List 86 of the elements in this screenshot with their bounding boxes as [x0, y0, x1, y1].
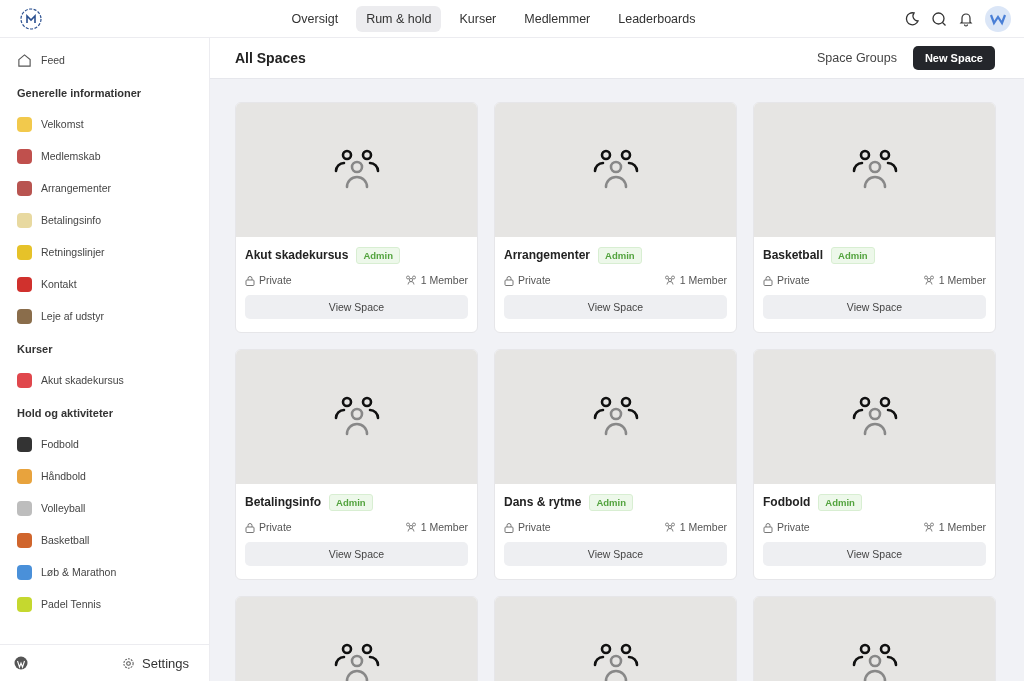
sidebar-item[interactable]: Kontakt: [17, 268, 209, 300]
people-icon: [332, 149, 381, 191]
people-icon: [850, 396, 899, 438]
admin-badge: Admin: [818, 493, 862, 511]
nav-tab[interactable]: Rum & hold: [356, 5, 442, 32]
settings-icon: [122, 656, 135, 670]
view-space-button[interactable]: View Space: [763, 542, 986, 566]
people-icon: [850, 149, 899, 191]
settings-button[interactable]: Settings: [116, 654, 195, 672]
member-count: 1 Member: [420, 521, 468, 533]
section-heading: Kurser: [17, 342, 54, 357]
lock-icon: [763, 521, 773, 533]
privacy-label: Private: [518, 521, 551, 533]
view-space-button[interactable]: View Space: [504, 295, 727, 319]
space-name: Arrangementer: [504, 248, 591, 262]
lock-icon: [763, 274, 773, 286]
sidebar-item[interactable]: Fodbold: [17, 428, 209, 460]
member-count: 1 Member: [420, 274, 468, 286]
sidebar-item[interactable]: Betalingsinfo: [17, 204, 209, 236]
privacy-label: Private: [777, 521, 810, 533]
nav-tab[interactable]: Medlemmer: [514, 5, 601, 32]
view-space-button[interactable]: View Space: [763, 295, 986, 319]
page-title: All Spaces: [235, 50, 306, 66]
search-icon[interactable]: [931, 10, 947, 27]
space-name: Basketball: [763, 248, 824, 262]
member-count: 1 Member: [679, 521, 727, 533]
sidebar-item[interactable]: Volleyball: [17, 492, 209, 524]
members-icon: [922, 522, 935, 532]
sidebar-item[interactable]: Basketball: [17, 524, 209, 556]
members-icon: [404, 275, 417, 285]
sidebar-item[interactable]: Padel Tennis: [17, 588, 209, 620]
space-name: Akut skadekursus: [245, 248, 349, 262]
sidebar-item[interactable]: Velkomst: [17, 108, 209, 140]
avatar-icon[interactable]: [985, 5, 1011, 32]
privacy-label: Private: [777, 274, 810, 286]
nav-tab[interactable]: Leaderboards: [608, 5, 706, 32]
people-icon: [850, 643, 899, 681]
people-icon: [332, 643, 381, 681]
privacy-label: Private: [259, 521, 292, 533]
people-icon: [332, 396, 381, 438]
bell-icon[interactable]: [958, 10, 974, 27]
sidebar-item[interactable]: Medlemskab: [17, 140, 209, 172]
view-space-button[interactable]: View Space: [245, 542, 468, 566]
nav-tab[interactable]: Oversigt: [281, 5, 349, 32]
member-count: 1 Member: [679, 274, 727, 286]
members-icon: [922, 275, 935, 285]
section-heading: Generelle informationer: [17, 86, 143, 101]
nav-tab[interactable]: Kurser: [449, 5, 507, 32]
admin-badge: Admin: [589, 493, 633, 511]
logo-icon[interactable]: [19, 6, 43, 31]
view-space-button[interactable]: View Space: [245, 295, 468, 319]
view-space-button[interactable]: View Space: [504, 542, 727, 566]
member-count: 1 Member: [938, 274, 986, 286]
sidebar-item[interactable]: Leje af udstyr: [17, 300, 209, 332]
lock-icon: [245, 274, 255, 286]
space-name: Fodbold: [763, 495, 811, 509]
members-icon: [663, 275, 676, 285]
sidebar-item[interactable]: Feed: [17, 44, 209, 76]
sidebar-item[interactable]: Akut skadekursus: [17, 364, 209, 396]
lock-icon: [504, 274, 514, 286]
people-icon: [591, 643, 640, 681]
space-name: Betalingsinfo: [245, 495, 321, 509]
admin-badge: Admin: [329, 493, 373, 511]
sidebar-item[interactable]: Løb & Marathon: [17, 556, 209, 588]
sidebar-item[interactable]: Retningslinjer: [17, 236, 209, 268]
lock-icon: [245, 521, 255, 533]
members-icon: [663, 522, 676, 532]
sidebar-item[interactable]: Arrangementer: [17, 172, 209, 204]
admin-badge: Admin: [831, 246, 875, 264]
new-space-button[interactable]: New Space: [912, 46, 995, 70]
privacy-label: Private: [259, 274, 292, 286]
members-icon: [404, 522, 417, 532]
moon-icon[interactable]: [904, 10, 920, 27]
privacy-label: Private: [518, 274, 551, 286]
people-icon: [591, 149, 640, 191]
admin-badge: Admin: [598, 246, 642, 264]
lock-icon: [504, 521, 514, 533]
member-count: 1 Member: [938, 521, 986, 533]
home-icon: [17, 52, 32, 68]
sidebar-item[interactable]: Håndbold: [17, 460, 209, 492]
people-icon: [591, 396, 640, 438]
space-name: Dans & rytme: [504, 495, 582, 509]
admin-badge: Admin: [356, 246, 400, 264]
space-groups-link[interactable]: Space Groups: [817, 51, 897, 65]
wordpress-icon[interactable]: [14, 656, 28, 670]
section-heading: Hold og aktiviteter: [17, 406, 114, 421]
